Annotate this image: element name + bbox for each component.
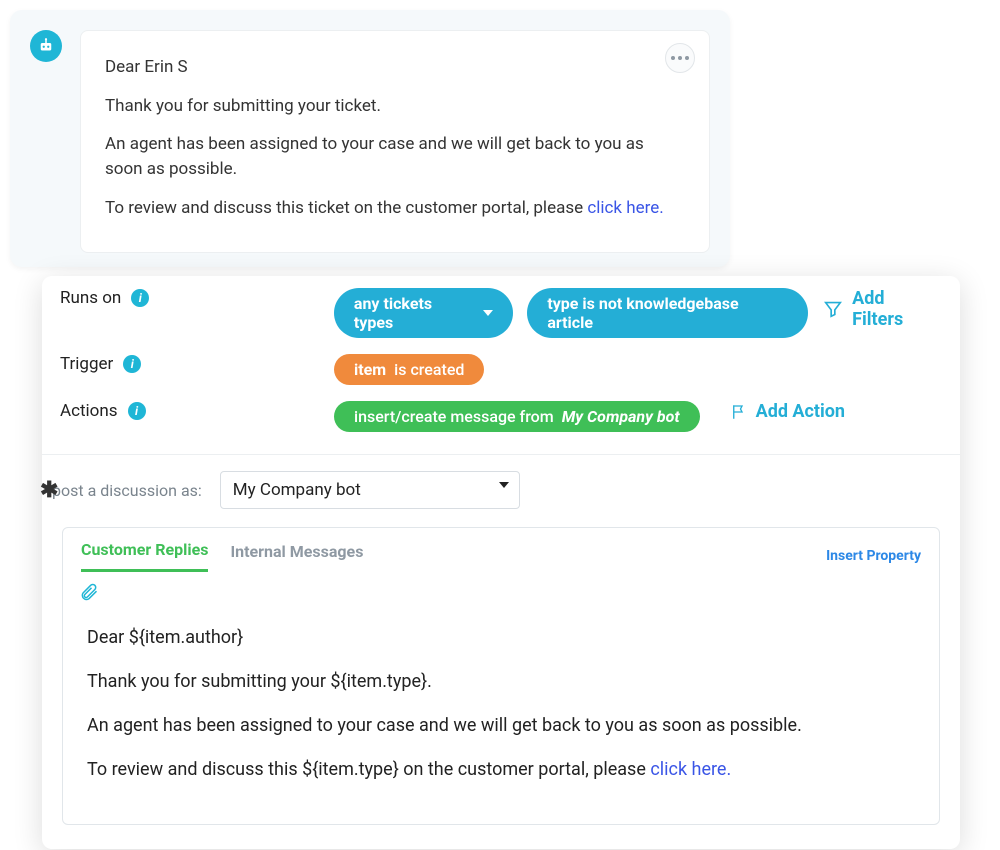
editor-line: Dear ${item.author} bbox=[87, 624, 915, 652]
info-icon[interactable]: i bbox=[128, 402, 146, 420]
message-preview-card: Dear Erin S Thank you for submitting you… bbox=[10, 10, 730, 267]
trigger-row: Trigger i item is created bbox=[42, 342, 960, 389]
message-line: To review and discuss this ticket on the… bbox=[105, 196, 685, 221]
runs-on-row: Runs on i any tickets types type is not … bbox=[42, 276, 960, 342]
insert-property-button[interactable]: Insert Property bbox=[826, 548, 921, 564]
tab-internal-messages[interactable]: Internal Messages bbox=[230, 542, 363, 571]
pill-strong: item bbox=[354, 360, 386, 379]
post-as-label: post a discussion as: bbox=[52, 481, 202, 500]
editor-line: Thank you for submitting your ${item.typ… bbox=[87, 668, 915, 696]
post-as-select[interactable]: My Company bot bbox=[220, 471, 520, 509]
message-editor: Customer Replies Internal Messages Inser… bbox=[62, 527, 940, 825]
pill-any-ticket-types[interactable]: any tickets types bbox=[334, 288, 513, 338]
post-as-row: ✱ post a discussion as: My Company bot bbox=[42, 467, 960, 519]
message-line: Thank you for submitting your ticket. bbox=[105, 94, 685, 119]
actions-row: Actions i insert/create message from My … bbox=[42, 389, 960, 436]
tab-customer-replies[interactable]: Customer Replies bbox=[81, 540, 208, 572]
message-greeting: Dear Erin S bbox=[105, 55, 685, 80]
runs-on-label: Runs on bbox=[60, 288, 121, 308]
message-line: An agent has been assigned to your case … bbox=[105, 132, 685, 181]
pill-light: insert/create message from bbox=[354, 407, 554, 426]
click-here-link[interactable]: click here. bbox=[650, 759, 731, 780]
add-filters-label: Add Filters bbox=[852, 288, 940, 330]
pill-action[interactable]: insert/create message from My Company bo… bbox=[334, 401, 700, 432]
message-body: Dear Erin S Thank you for submitting you… bbox=[80, 30, 710, 253]
info-icon[interactable]: i bbox=[123, 355, 141, 373]
divider bbox=[42, 454, 960, 455]
pill-light: is created bbox=[394, 360, 464, 379]
bot-avatar-icon bbox=[30, 30, 62, 62]
click-here-link[interactable]: click here. bbox=[587, 198, 663, 218]
required-asterisk-icon: ✱ bbox=[40, 478, 58, 503]
pill-trigger[interactable]: item is created bbox=[334, 354, 484, 385]
pill-bot-name: My Company bot bbox=[562, 407, 680, 426]
editor-line: An agent has been assigned to your case … bbox=[87, 712, 915, 740]
pill-label: any tickets types bbox=[354, 294, 475, 332]
editor-line: To review and discuss this ${item.type} … bbox=[87, 756, 915, 784]
more-menu-button[interactable] bbox=[665, 43, 695, 73]
add-filters-button[interactable]: Add Filters bbox=[822, 288, 940, 330]
flag-icon bbox=[730, 402, 748, 422]
select-value: My Company bot bbox=[233, 480, 361, 500]
message-text: To review and discuss this ticket on the… bbox=[105, 198, 587, 218]
trigger-label: Trigger bbox=[60, 354, 113, 374]
info-icon[interactable]: i bbox=[131, 289, 149, 307]
pill-not-knowledgebase[interactable]: type is not knowledgebase article bbox=[527, 288, 808, 338]
editor-text: To review and discuss this ${item.type} … bbox=[87, 759, 650, 780]
add-action-label: Add Action bbox=[756, 401, 845, 422]
chevron-down-icon bbox=[499, 482, 509, 488]
automation-config-card: Runs on i any tickets types type is not … bbox=[42, 276, 960, 849]
add-action-button[interactable]: Add Action bbox=[730, 401, 845, 422]
actions-label: Actions bbox=[60, 401, 118, 421]
paperclip-icon[interactable] bbox=[79, 582, 99, 602]
chevron-down-icon bbox=[483, 310, 493, 316]
filter-icon bbox=[822, 298, 844, 320]
editor-body[interactable]: Dear ${item.author} Thank you for submit… bbox=[63, 606, 939, 824]
